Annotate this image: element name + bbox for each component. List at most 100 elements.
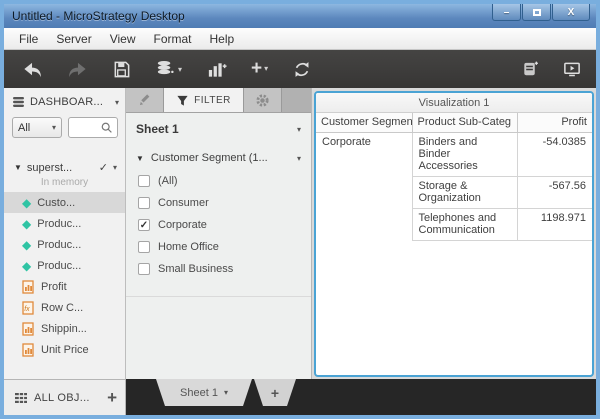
canvas-area: Visualization 1 Customer Segment Product… <box>312 88 596 379</box>
title-bar[interactable]: Untitled - MicroStrategy Desktop – X <box>4 4 596 28</box>
metric-icon <box>22 279 34 294</box>
field-row-count[interactable]: fx Row C... <box>4 297 125 318</box>
menu-help[interactable]: Help <box>201 30 244 48</box>
field-customer[interactable]: ◆ Custo... <box>4 192 125 213</box>
save-icon[interactable] <box>112 60 131 79</box>
dataset-expander-icon[interactable]: ▼ <box>14 163 22 172</box>
checkbox[interactable] <box>138 241 150 253</box>
visualization-panel[interactable]: Visualization 1 Customer Segment Product… <box>314 91 594 377</box>
add-data-caret-icon: ▾ <box>178 65 183 74</box>
dataset-caret-icon[interactable]: ▾ <box>113 163 117 172</box>
dataset-node[interactable]: ▼ superst... ✓ ▾ <box>4 157 125 175</box>
presentation-mode-icon[interactable] <box>562 60 582 79</box>
col-product-subcategory[interactable]: Product Sub-Categ <box>412 113 518 133</box>
dataset-name: superst... <box>26 161 73 174</box>
refresh-icon[interactable] <box>292 60 312 79</box>
all-objects-label: ALL OBJ... <box>34 391 90 404</box>
insert-object-caret-icon: ▾ <box>264 64 269 73</box>
checkbox[interactable] <box>138 197 150 209</box>
visualization-title: Visualization 1 <box>418 96 490 109</box>
sheet-tab-caret-icon[interactable]: ▾ <box>224 388 228 397</box>
cell-profit: -54.0385 <box>517 132 592 177</box>
editor-panel: FILTER Sheet 1 ▾ ▼ Customer Segment (1..… <box>126 88 312 379</box>
tab-edit[interactable] <box>126 88 164 112</box>
filter-option-corporate[interactable]: ✓ Corporate <box>126 214 311 236</box>
window-controls: – X <box>491 4 590 21</box>
insert-object-icon[interactable]: + ▾ <box>251 59 269 78</box>
function-fx-icon: fx <box>22 300 34 315</box>
menu-server[interactable]: Server <box>47 30 100 48</box>
checkbox-checked[interactable]: ✓ <box>138 219 150 231</box>
filter-tab-label: FILTER <box>194 94 231 106</box>
sheet-selector-caret-icon: ▾ <box>296 124 301 134</box>
pencil-icon <box>139 94 149 106</box>
search-input[interactable] <box>76 122 100 133</box>
object-type-dropdown[interactable]: All ▾ <box>12 117 62 138</box>
col-profit[interactable]: Profit <box>517 113 592 133</box>
attribute-icon: ◆ <box>22 237 32 252</box>
field-product-1[interactable]: ◆ Produc... <box>4 213 125 234</box>
sheet-tab-bar: Sheet 1 ▾ + <box>126 379 596 415</box>
tab-filter[interactable]: FILTER <box>164 88 244 112</box>
filter-option-small-business[interactable]: Small Business <box>126 258 311 280</box>
object-type-caret-icon: ▾ <box>51 123 56 132</box>
metric-icon <box>22 321 34 336</box>
field-profit[interactable]: Profit <box>4 276 125 297</box>
filter-option-home-office[interactable]: Home Office <box>126 236 311 258</box>
filter-group-header[interactable]: ▼ Customer Segment (1... ▾ <box>126 144 311 170</box>
filter-sheet-selector[interactable]: Sheet 1 ▾ <box>126 113 311 144</box>
visualization-title-bar[interactable]: Visualization 1 <box>316 93 592 113</box>
minimize-button[interactable]: – <box>492 4 521 21</box>
toolbar-right-group <box>520 60 582 79</box>
toolbar-left-group: ▾ + ▾ <box>22 59 312 79</box>
search-icon <box>101 122 112 133</box>
checkbox[interactable] <box>138 263 150 275</box>
datasets-header-caret-icon[interactable]: ▾ <box>115 98 119 107</box>
menu-view[interactable]: View <box>101 30 145 48</box>
cell-subcategory: Telephones and Communication <box>412 208 518 241</box>
filter-option-consumer[interactable]: Consumer <box>126 192 311 214</box>
sheet-tab-label: Sheet 1 <box>180 386 218 399</box>
insert-visualization-icon[interactable] <box>206 60 227 79</box>
add-data-icon[interactable]: ▾ <box>155 59 182 79</box>
tab-settings[interactable] <box>244 88 282 112</box>
filter-group-caret-icon[interactable]: ▾ <box>297 154 301 163</box>
bottom-bar: ALL OBJ... + Sheet 1 ▾ + <box>4 379 596 415</box>
send-to-dossier-icon[interactable] <box>520 60 540 79</box>
cell-subcategory: Binders and Binder Accessories <box>412 132 518 177</box>
dataset-search-box[interactable] <box>68 117 118 138</box>
grid-list-icon <box>15 392 27 403</box>
all-objects-bar[interactable]: ALL OBJ... + <box>4 379 126 415</box>
datasets-header-label: DASHBOAR... <box>30 96 104 108</box>
maximize-button[interactable] <box>522 4 551 21</box>
col-customer-segment[interactable]: Customer Segment <box>316 113 413 133</box>
grid-header-row: Customer Segment Product Sub-Categ Profi… <box>316 113 592 133</box>
main-content: DASHBOAR... ▾ All ▾ ▼ superst... ✓ ▾ In … <box>4 88 596 379</box>
gear-icon <box>256 93 269 107</box>
checkbox[interactable] <box>138 175 150 187</box>
grid-row: Corporate Binders and Binder Accessories… <box>316 132 592 240</box>
add-object-button[interactable]: + <box>107 389 117 406</box>
sheet-tab[interactable]: Sheet 1 ▾ <box>156 379 252 406</box>
redo-icon[interactable] <box>67 60 88 79</box>
cell-subcategory: Storage & Organization <box>412 176 518 209</box>
cell-profit: 1198.971 <box>517 208 592 241</box>
datasets-icon <box>13 97 24 107</box>
datasets-sidebar: DASHBOAR... ▾ All ▾ ▼ superst... ✓ ▾ In … <box>4 88 126 379</box>
filter-group-expander-icon[interactable]: ▼ <box>136 154 144 163</box>
undo-icon[interactable] <box>22 60 43 79</box>
add-sheet-tab[interactable]: + <box>254 379 296 406</box>
field-unit-price[interactable]: Unit Price <box>4 339 125 360</box>
attribute-icon: ◆ <box>22 216 32 231</box>
attribute-icon: ◆ <box>22 258 32 273</box>
field-product-2[interactable]: ◆ Produc... <box>4 234 125 255</box>
menu-bar: File Server View Format Help <box>4 28 596 50</box>
attribute-icon: ◆ <box>22 195 32 210</box>
menu-file[interactable]: File <box>10 30 47 48</box>
field-product-3[interactable]: ◆ Produc... <box>4 255 125 276</box>
close-button[interactable]: X <box>552 4 590 21</box>
field-shipping[interactable]: Shippin... <box>4 318 125 339</box>
menu-format[interactable]: Format <box>144 30 200 48</box>
filter-option-all[interactable]: (All) <box>126 170 311 192</box>
datasets-header[interactable]: DASHBOAR... ▾ <box>4 88 125 112</box>
